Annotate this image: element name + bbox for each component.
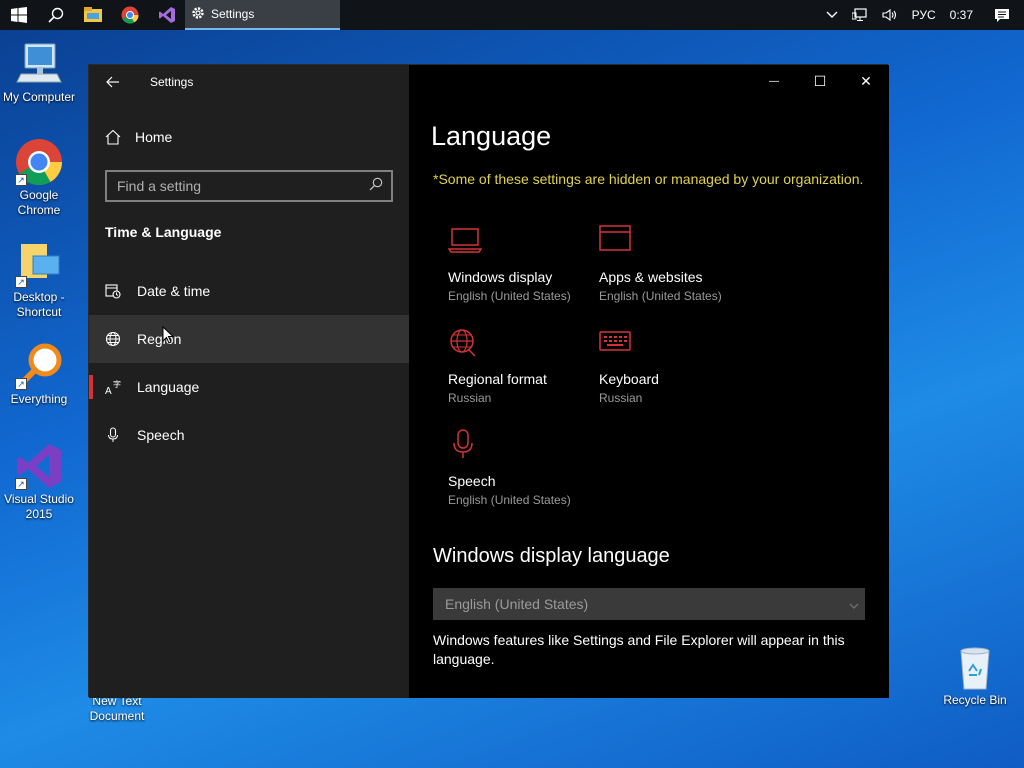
search-box[interactable] xyxy=(105,170,393,202)
tile-name: Windows display xyxy=(448,269,553,285)
back-button[interactable] xyxy=(103,71,123,93)
chrome-icon[interactable] xyxy=(111,0,148,30)
tile-value: Russian xyxy=(599,391,643,405)
page-title: Language xyxy=(431,121,552,151)
tile-name: Speech xyxy=(448,473,496,489)
settings-window: Settings Home Time & Language Date & tim… xyxy=(88,64,889,698)
tile-value: Russian xyxy=(448,391,492,405)
shortcut-arrow-icon: ↗ xyxy=(15,276,27,288)
sidebar-item-label: Region xyxy=(137,331,182,347)
sidebar-item-label: Language xyxy=(137,379,200,395)
network-icon[interactable] xyxy=(845,0,875,30)
display-language-description: Windows features like Settings and File … xyxy=(433,632,845,667)
volume-icon[interactable] xyxy=(875,0,905,30)
window-controls: — ☐ ✕ xyxy=(751,65,889,97)
microphone-icon xyxy=(448,429,482,463)
system-tray: РУС 0:37 xyxy=(819,0,1024,30)
clock[interactable]: 0:37 xyxy=(943,0,980,30)
input-language-indicator[interactable]: РУС xyxy=(905,0,943,30)
settings-content: — ☐ ✕ Language *Some of these settings a… xyxy=(409,65,889,698)
tile-windows-display[interactable]: Windows display English (United States) xyxy=(447,225,598,303)
globe-icon xyxy=(448,327,482,361)
home-link[interactable]: Home xyxy=(105,129,172,145)
folder-icon: ↗ xyxy=(15,240,63,288)
desktop-icon-everything[interactable]: ↗ Everything xyxy=(0,342,79,407)
tile-value: English (United States) xyxy=(448,289,571,303)
maximize-button[interactable]: ☐ xyxy=(797,65,843,97)
home-icon xyxy=(105,129,121,145)
tile-name: Regional format xyxy=(448,371,547,387)
selection-indicator xyxy=(89,375,93,399)
desktop-icon-label: My Computer xyxy=(2,90,76,104)
shortcut-arrow-icon: ↗ xyxy=(15,378,27,390)
computer-icon xyxy=(15,40,63,88)
desktop-icon-google-chrome[interactable]: ↗ Google Chrome xyxy=(0,138,79,218)
sidebar-item-label: Date & time xyxy=(137,283,211,299)
recycle-bin-icon xyxy=(951,643,999,691)
tile-value: English (United States) xyxy=(448,493,571,507)
calendar-clock-icon xyxy=(105,283,121,299)
window-title: Settings xyxy=(150,75,194,89)
tile-name: Apps & websites xyxy=(599,269,703,285)
taskbar: Settings РУС 0:37 xyxy=(0,0,1024,30)
visual-studio-icon: ↗ xyxy=(15,442,63,490)
svg-text:字: 字 xyxy=(113,379,121,389)
dropdown-value: English (United States) xyxy=(445,596,589,612)
laptop-icon xyxy=(447,225,483,259)
tile-regional-format[interactable]: Regional format Russian xyxy=(448,327,598,405)
magnifier-icon: ↗ xyxy=(15,342,63,390)
file-explorer-icon[interactable] xyxy=(74,0,111,30)
minimize-button[interactable]: — xyxy=(751,65,797,97)
visual-studio-icon[interactable] xyxy=(148,0,185,30)
shortcut-arrow-icon: ↗ xyxy=(15,478,27,490)
desktop-icon-label: Recycle Bin xyxy=(943,693,1007,707)
sidebar-item-speech[interactable]: Speech xyxy=(89,411,409,459)
svg-text:A: A xyxy=(105,386,112,395)
desktop-icon-label: Visual Studio 2015 xyxy=(4,492,74,521)
windows-start-icon[interactable] xyxy=(0,0,37,30)
desktop-icon-my-computer[interactable]: My Computer xyxy=(0,40,79,105)
organization-notice: *Some of these settings are hidden or ma… xyxy=(433,171,864,187)
desktop-icon-label: Desktop - Shortcut xyxy=(13,290,65,319)
chevron-up-icon[interactable] xyxy=(819,0,845,30)
notifications-icon[interactable] xyxy=(980,0,1024,30)
sidebar-item-language[interactable]: A字 Language xyxy=(89,363,409,411)
taskbar-app-label: Settings xyxy=(211,7,255,21)
desktop-icon-desktop-shortcut[interactable]: ↗ Desktop - Shortcut xyxy=(0,240,79,320)
tile-value: English (United States) xyxy=(599,289,722,303)
desktop-icon-label: New Text Document xyxy=(89,694,145,723)
gear-icon xyxy=(191,6,205,23)
tile-name: Keyboard xyxy=(599,371,659,387)
desktop-icon-new-text-document[interactable]: New Text Document xyxy=(77,694,157,724)
search-icon[interactable] xyxy=(37,0,74,30)
desktop-icon-visual-studio[interactable]: ↗ Visual Studio 2015 xyxy=(0,442,79,522)
section-heading: Windows display language xyxy=(433,545,670,567)
keyboard-icon xyxy=(599,327,633,361)
section-title: Time & Language xyxy=(105,224,222,240)
settings-sidebar: Settings Home Time & Language Date & tim… xyxy=(89,65,409,698)
tile-speech[interactable]: Speech English (United States) xyxy=(448,429,598,507)
sidebar-item-date-time[interactable]: Date & time xyxy=(89,267,409,315)
window-icon xyxy=(599,225,633,259)
display-language-dropdown[interactable]: English (United States) xyxy=(433,588,865,620)
desktop-icon-label: Google Chrome xyxy=(17,188,61,217)
sidebar-item-region[interactable]: Region xyxy=(89,315,409,363)
microphone-icon xyxy=(105,427,121,443)
desktop-icon-recycle-bin[interactable]: Recycle Bin xyxy=(935,643,1015,708)
taskbar-settings-app[interactable]: Settings xyxy=(185,0,340,30)
desktop-icon-label: Everything xyxy=(10,392,68,406)
search-icon[interactable] xyxy=(369,177,383,196)
home-label: Home xyxy=(135,129,173,145)
chrome-icon: ↗ xyxy=(15,138,63,186)
search-input[interactable] xyxy=(117,178,357,194)
tile-apps-websites[interactable]: Apps & websites English (United States) xyxy=(599,225,749,303)
globe-icon xyxy=(105,331,121,347)
shortcut-arrow-icon: ↗ xyxy=(15,174,27,186)
sidebar-item-label: Speech xyxy=(137,427,185,443)
tile-keyboard[interactable]: Keyboard Russian xyxy=(599,327,749,405)
close-button[interactable]: ✕ xyxy=(843,65,889,97)
language-icon: A字 xyxy=(105,379,121,395)
chevron-down-icon xyxy=(849,596,859,612)
mouse-cursor-icon xyxy=(162,325,175,349)
